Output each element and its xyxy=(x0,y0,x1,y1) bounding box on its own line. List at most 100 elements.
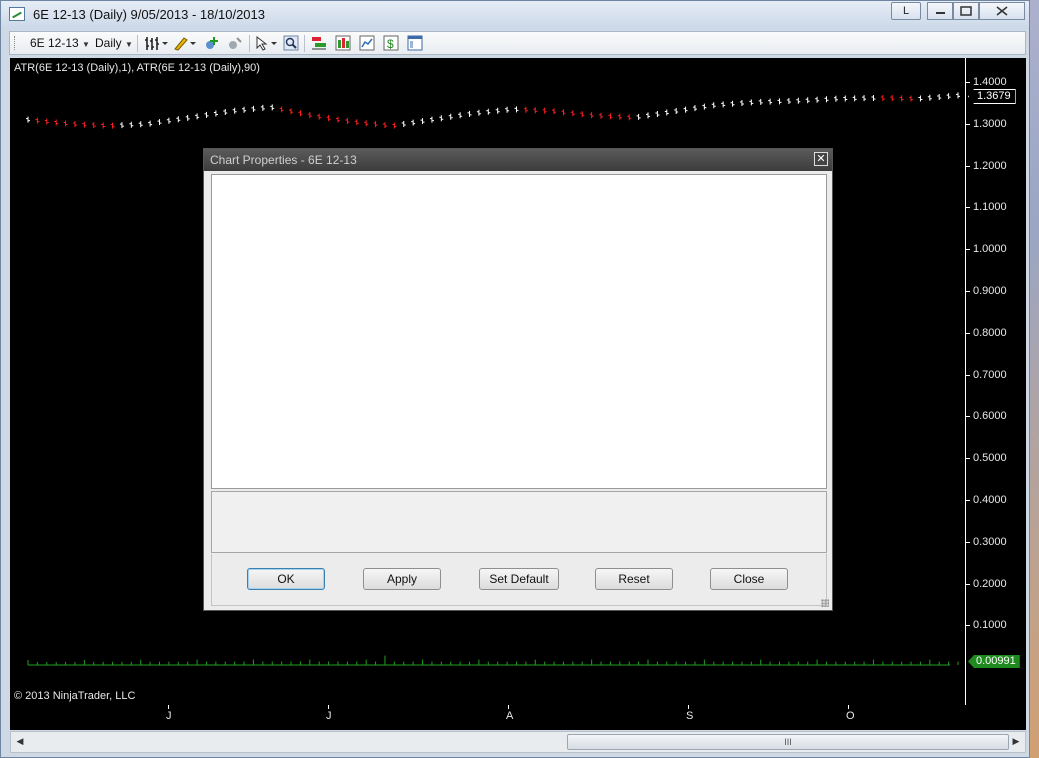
price-bar xyxy=(739,100,744,107)
zoom-icon[interactable] xyxy=(283,35,299,51)
price-bar xyxy=(129,121,134,128)
horizontal-scrollbar[interactable]: ◀ III ▶ xyxy=(10,731,1026,753)
scroll-right-icon[interactable]: ▶ xyxy=(1009,736,1023,748)
price-bar xyxy=(326,115,331,122)
instrument-selector[interactable]: 6E 12-13 ▼ xyxy=(30,36,90,50)
price-bar xyxy=(364,120,369,127)
y-tick-label: 1.4000 xyxy=(973,76,1007,88)
chart-properties-icon[interactable] xyxy=(359,35,375,51)
chevron-down-icon: ▼ xyxy=(82,40,90,49)
price-bar xyxy=(476,109,481,116)
dialog-title-bar[interactable]: Chart Properties - 6E 12-13 ✕ xyxy=(204,149,832,171)
dollar-icon[interactable]: $ xyxy=(383,35,399,51)
scroll-left-icon[interactable]: ◀ xyxy=(13,736,27,748)
price-bar xyxy=(636,113,641,120)
price-bar xyxy=(542,107,547,114)
price-bar xyxy=(373,121,378,128)
last-price-marker: 1.3679 xyxy=(968,89,1016,104)
price-bar xyxy=(195,113,200,120)
add-indicator-icon[interactable] xyxy=(203,35,219,51)
price-bar xyxy=(777,98,782,105)
x-tick-label: J xyxy=(166,710,172,722)
price-bar xyxy=(148,120,153,127)
maximize-button[interactable] xyxy=(953,2,979,20)
y-tick-label: 0.9000 xyxy=(973,285,1007,297)
toolbar-grip[interactable] xyxy=(14,36,17,50)
price-bar xyxy=(458,112,463,119)
price-bar xyxy=(843,95,848,102)
price-bar xyxy=(589,112,594,119)
chart-app-icon xyxy=(9,7,25,21)
reset-button[interactable]: Reset xyxy=(595,568,673,590)
price-bar xyxy=(702,103,707,110)
x-tick-mark xyxy=(328,705,329,709)
price-bar xyxy=(72,121,77,128)
price-bar xyxy=(824,96,829,103)
price-bar xyxy=(213,110,218,117)
description-panel xyxy=(211,491,827,553)
minimize-icon xyxy=(936,12,945,14)
price-bar xyxy=(721,101,726,108)
resize-grip-icon[interactable] xyxy=(821,599,829,607)
price-bar xyxy=(833,95,838,102)
y-tick-mark xyxy=(965,500,970,501)
price-bar xyxy=(505,106,510,113)
dialog-close-icon[interactable]: ✕ xyxy=(814,152,828,166)
price-bar xyxy=(890,95,895,102)
apply-button[interactable]: Apply xyxy=(363,568,441,590)
period-selector[interactable]: Daily ▼ xyxy=(95,36,133,50)
ok-button[interactable]: OK xyxy=(247,568,325,590)
x-tick-mark xyxy=(848,705,849,709)
close-icon xyxy=(996,6,1008,16)
drawing-pencil-icon[interactable] xyxy=(173,35,197,51)
scroll-thumb[interactable]: III xyxy=(567,734,1009,750)
price-bar xyxy=(495,107,500,114)
y-tick-label: 1.2000 xyxy=(973,159,1007,172)
price-bar xyxy=(909,95,914,102)
price-bar xyxy=(927,94,932,101)
y-tick-mark xyxy=(965,249,970,251)
y-tick-label: 1.1000 xyxy=(973,201,1007,214)
x-tick-mark xyxy=(688,705,689,709)
y-tick-mark xyxy=(965,541,970,543)
price-bar xyxy=(608,113,613,120)
price-bar xyxy=(429,116,434,123)
property-grid[interactable] xyxy=(211,174,827,489)
y-tick-label: 0.7000 xyxy=(973,368,1007,381)
y-tick-mark xyxy=(965,123,970,125)
bar-chart-icon[interactable] xyxy=(335,35,351,51)
x-tick-label: S xyxy=(686,710,694,722)
set-default-button[interactable]: Set Default xyxy=(479,568,559,590)
price-bar xyxy=(82,121,87,128)
window-close-button[interactable] xyxy=(979,2,1025,20)
price-bar xyxy=(44,118,49,125)
bar-style-icon[interactable] xyxy=(144,35,168,51)
minimize-button[interactable] xyxy=(927,2,953,20)
x-tick-label: O xyxy=(846,710,855,722)
price-bar xyxy=(937,93,942,100)
y-tick-mark xyxy=(965,82,970,83)
price-bar xyxy=(617,113,622,120)
price-bar xyxy=(401,121,406,128)
title-bar[interactable]: 6E 12-13 (Daily) 9/05/2013 - 18/10/2013 … xyxy=(1,1,1029,29)
pointer-icon[interactable] xyxy=(254,35,278,51)
strategy-icon[interactable] xyxy=(226,35,242,51)
price-bar xyxy=(570,110,575,117)
price-bar xyxy=(692,105,697,112)
indicators-icon[interactable] xyxy=(311,35,327,51)
y-tick-label: 0.4000 xyxy=(973,494,1007,506)
link-button[interactable]: L xyxy=(891,2,921,20)
close-button[interactable]: Close xyxy=(710,568,788,590)
y-tick-mark xyxy=(965,332,970,334)
price-bar xyxy=(758,98,763,105)
y-tick-label: 1.3000 xyxy=(973,117,1007,130)
x-tick-mark xyxy=(508,705,509,709)
price-bar xyxy=(242,106,247,113)
price-bar xyxy=(354,119,359,126)
y-tick-mark xyxy=(965,625,970,627)
window-layout-icon[interactable] xyxy=(407,35,423,51)
price-bar xyxy=(768,98,773,105)
price-bar xyxy=(411,119,416,126)
price-bar xyxy=(786,98,791,105)
svg-text:$: $ xyxy=(387,37,394,51)
